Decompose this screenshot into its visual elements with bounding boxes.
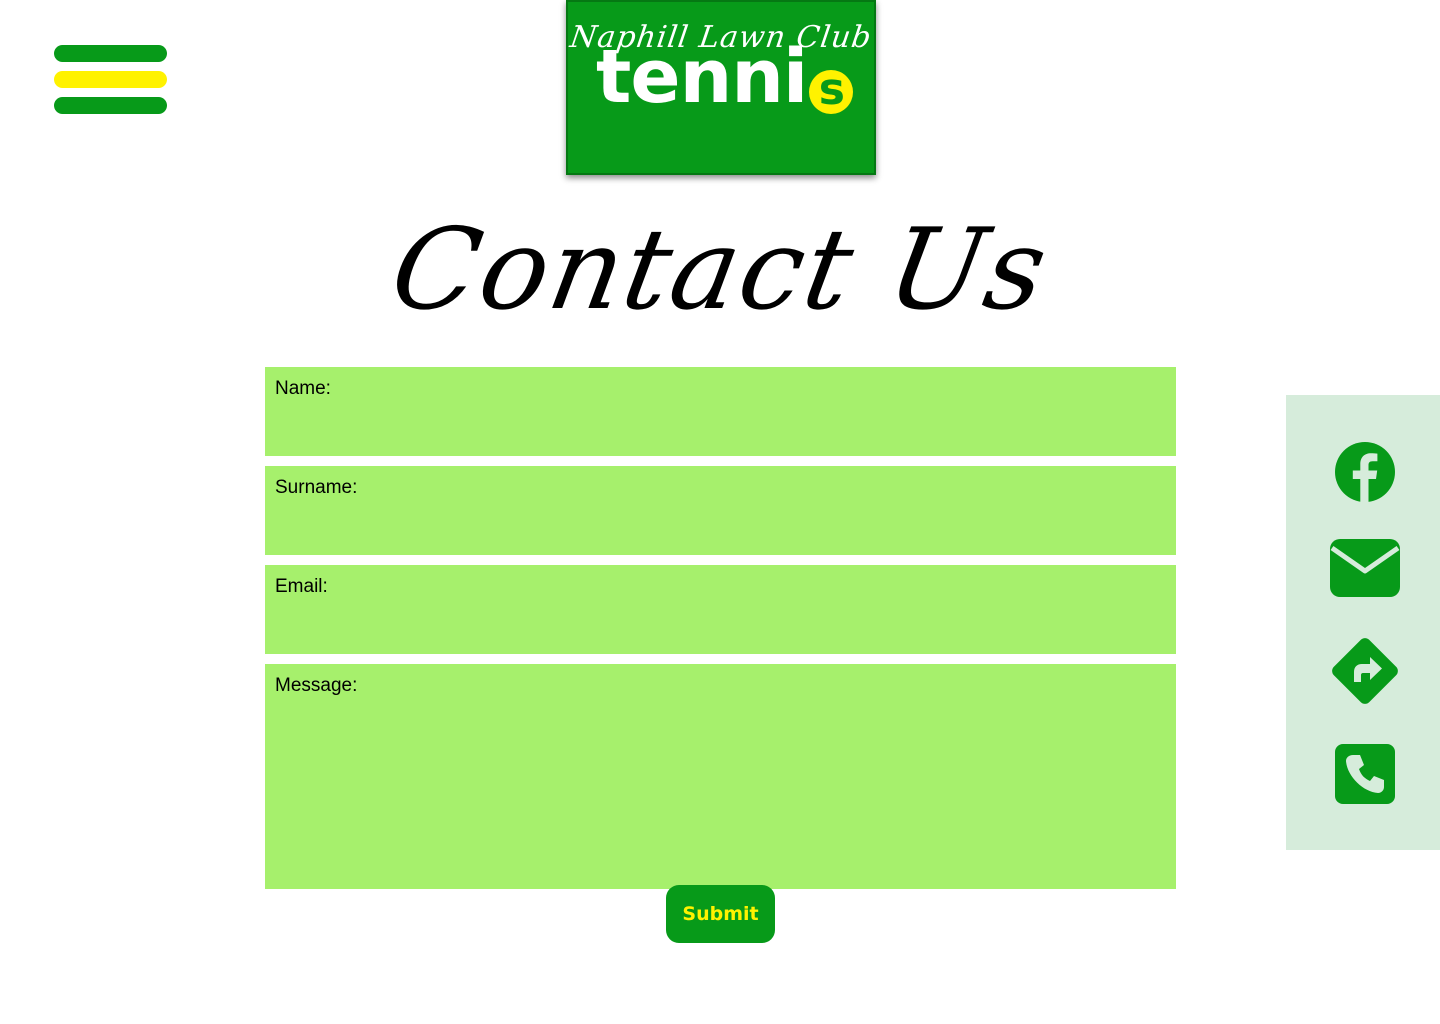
logo-word: tenni s [596,34,854,120]
facebook-icon[interactable] [1334,441,1396,503]
email-label: Email: [275,576,328,597]
message-field[interactable]: Message: [265,664,1176,889]
tennis-ball-icon: s [809,68,854,114]
name-label: Name: [275,378,331,399]
logo-word-text: tenni [596,34,808,120]
surname-field[interactable]: Surname: [265,466,1176,555]
directions-icon[interactable] [1326,632,1404,710]
message-label: Message: [275,675,358,696]
name-field[interactable]: Name: [265,367,1176,456]
club-logo[interactable]: Naphill Lawn Club tenni s [566,0,876,175]
menu-bar-top [54,45,167,62]
email-input[interactable] [275,603,1166,648]
message-input[interactable] [275,702,1166,883]
name-input[interactable] [275,405,1166,450]
surname-input[interactable] [275,504,1166,549]
page-title: Contact Us [382,205,1058,335]
email-field[interactable]: Email: [265,565,1176,654]
menu-bar-middle [54,71,167,88]
hamburger-menu-icon[interactable] [54,45,167,115]
submit-button[interactable]: Submit [666,885,775,943]
surname-label: Surname: [275,477,358,498]
phone-icon[interactable] [1334,743,1396,805]
email-icon[interactable] [1329,538,1401,598]
social-panel [1286,395,1440,850]
menu-bar-bottom [54,97,167,114]
